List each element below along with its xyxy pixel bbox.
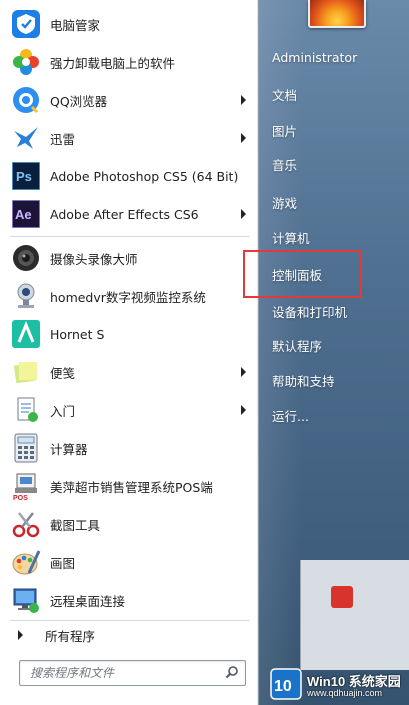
divider	[10, 620, 250, 621]
homedvr-camera-icon	[10, 280, 42, 312]
svg-text:POS: POS	[13, 495, 28, 501]
program-label: Adobe Photoshop CS5 (64 Bit)	[50, 168, 239, 184]
program-item-webcam-recorder[interactable]: 摄像头录像大师	[6, 240, 254, 276]
user-picture[interactable]	[308, 0, 366, 28]
run-link[interactable]: 运行...	[272, 406, 309, 425]
sticky-notes-icon	[10, 356, 42, 388]
program-item-qq-browser[interactable]: QQ浏览器	[6, 82, 254, 118]
program-label: 入门	[50, 403, 76, 419]
documents-link[interactable]: 文档	[272, 85, 297, 104]
programs-pane: 电脑管家 强力卸载电脑上的软件 QQ浏览器 迅雷 Ps Adobe Photos…	[0, 0, 259, 705]
submenu-arrow-icon	[241, 95, 246, 105]
submenu-arrow-icon	[241, 405, 246, 415]
program-label: 远程桌面连接	[50, 593, 126, 609]
user-name-link[interactable]: Administrator	[272, 50, 357, 65]
background-app-icon	[331, 586, 353, 608]
qq-browser-icon	[10, 84, 42, 116]
program-label: homedvr数字视频监控系统	[50, 289, 206, 305]
remote-desktop-icon	[10, 584, 42, 616]
program-label: 美萍超市销售管理系统POS端	[50, 479, 213, 495]
program-label: 截图工具	[50, 517, 101, 533]
program-label: 摄像头录像大师	[50, 251, 138, 267]
program-item-paint[interactable]: 画图	[6, 544, 254, 580]
pos-system-icon: POS	[10, 470, 42, 502]
program-item-uninstaller[interactable]: 强力卸载电脑上的软件	[6, 44, 254, 80]
search-icon[interactable]	[225, 665, 239, 679]
program-label: 画图	[50, 555, 76, 571]
tencent-pc-manager-icon	[10, 8, 42, 40]
program-item-getting-started[interactable]: 入门	[6, 392, 254, 428]
default-programs-link[interactable]: 默认程序	[272, 336, 322, 355]
games-link[interactable]: 游戏	[272, 193, 297, 212]
help-support-link[interactable]: 帮助和支持	[272, 371, 335, 390]
submenu-arrow-icon	[241, 133, 246, 143]
program-label: 强力卸载电脑上的软件	[50, 55, 176, 71]
program-item-after-effects[interactable]: Ae Adobe After Effects CS6	[6, 196, 254, 232]
submenu-arrow-icon	[241, 209, 246, 219]
computer-link[interactable]: 计算机	[272, 228, 310, 247]
svg-text:Ps: Ps	[16, 169, 32, 184]
pictures-link[interactable]: 图片	[272, 121, 297, 140]
watermark-url: www.qdhuajin.com	[307, 688, 383, 698]
watermark-logo-text: 10	[274, 678, 292, 695]
snipping-tool-icon	[10, 508, 42, 540]
program-label: 迅雷	[50, 131, 76, 147]
hornet-icon	[10, 318, 42, 350]
paint-icon	[10, 546, 42, 578]
background-window	[300, 560, 409, 670]
watermark-logo-icon: 10	[270, 668, 302, 700]
after-effects-icon: Ae	[10, 198, 42, 230]
program-label: QQ浏览器	[50, 93, 108, 109]
getting-started-icon	[10, 394, 42, 426]
program-item-hornet[interactable]: Hornet S	[6, 316, 254, 352]
program-item-photoshop[interactable]: Ps Adobe Photoshop CS5 (64 Bit)	[6, 158, 254, 194]
search-box[interactable]	[19, 660, 246, 686]
photoshop-icon: Ps	[10, 160, 42, 192]
all-programs-label: 所有程序	[45, 628, 96, 644]
program-label: Adobe After Effects CS6	[50, 206, 199, 222]
devices-printers-link[interactable]: 设备和打印机	[272, 302, 347, 321]
search-input[interactable]	[28, 661, 222, 685]
program-item-sticky-notes[interactable]: 便笺	[6, 354, 254, 390]
program-label: 便笺	[50, 365, 76, 381]
highlight-annotation-box	[243, 250, 362, 298]
program-item-pos-system[interactable]: POS 美萍超市销售管理系统POS端	[6, 468, 254, 504]
program-label: 电脑管家	[50, 17, 101, 33]
calculator-icon	[10, 432, 42, 464]
all-programs-button[interactable]: 所有程序	[6, 622, 254, 648]
program-item-remote-desktop[interactable]: 远程桌面连接	[6, 582, 254, 618]
thunder-bird-icon	[10, 122, 42, 154]
expand-arrow-icon	[18, 630, 23, 640]
program-label: 计算器	[50, 441, 88, 457]
webcam-recorder-icon	[10, 242, 42, 274]
program-item-pc-manager[interactable]: 电脑管家	[6, 6, 254, 42]
program-item-calculator[interactable]: 计算器	[6, 430, 254, 466]
program-item-thunder[interactable]: 迅雷	[6, 120, 254, 156]
divider	[10, 236, 250, 237]
music-link[interactable]: 音乐	[272, 155, 297, 174]
svg-text:Ae: Ae	[15, 207, 32, 222]
program-label: Hornet S	[50, 326, 105, 342]
uninstall-flower-icon	[10, 46, 42, 78]
submenu-arrow-icon	[241, 367, 246, 377]
program-item-snipping-tool[interactable]: 截图工具	[6, 506, 254, 542]
program-item-homedvr[interactable]: homedvr数字视频监控系统	[6, 278, 254, 314]
